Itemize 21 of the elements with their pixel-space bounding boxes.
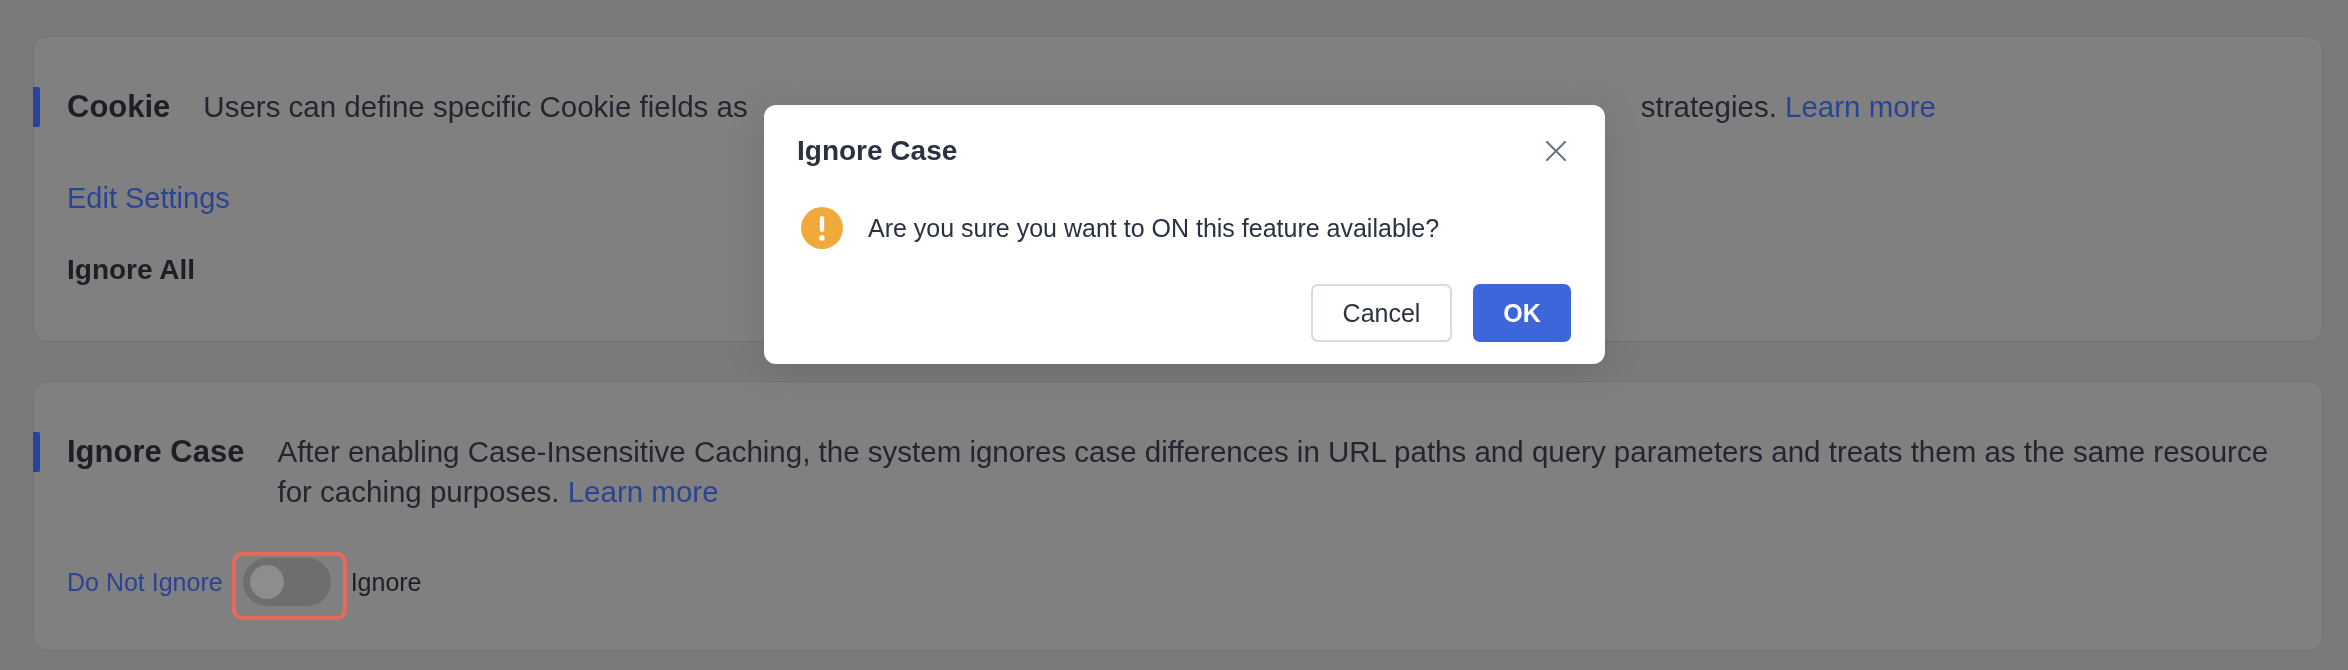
cancel-button[interactable]: Cancel (1311, 284, 1452, 342)
setting-value: Ignore All (67, 253, 196, 287)
confirm-button[interactable]: OK (1473, 284, 1571, 342)
learn-more-link[interactable]: Learn more (1785, 90, 1936, 123)
dialog-message: Are you sure you want to ON this feature available? (868, 213, 1440, 244)
close-button[interactable] (1546, 141, 1566, 161)
section-description: After enabling Case-Insensitive Caching, the system ignores case differences in URL paths and query parameters and treats them as the same resource for caching purposes. Learn more (277, 435, 2269, 508)
warning-icon (801, 207, 843, 249)
close-icon (1546, 141, 1566, 161)
section-description: Users can define specific Cookie fields as (203, 90, 748, 123)
section-description: strategies. Learn more (1640, 90, 1936, 123)
accent-bar (33, 87, 40, 127)
section-title: Cookie (67, 88, 171, 126)
dialog-title: Ignore Case (797, 134, 958, 168)
toggle-on-label[interactable]: Ignore (350, 566, 422, 598)
accent-bar (33, 432, 40, 472)
toggle-off-label[interactable]: Do Not Ignore (67, 566, 223, 598)
edit-settings-link[interactable]: Edit Settings (67, 178, 230, 218)
toggle-switch[interactable] (242, 558, 331, 606)
learn-more-link[interactable]: Learn more (567, 475, 719, 508)
section-title: Ignore Case (67, 433, 245, 471)
